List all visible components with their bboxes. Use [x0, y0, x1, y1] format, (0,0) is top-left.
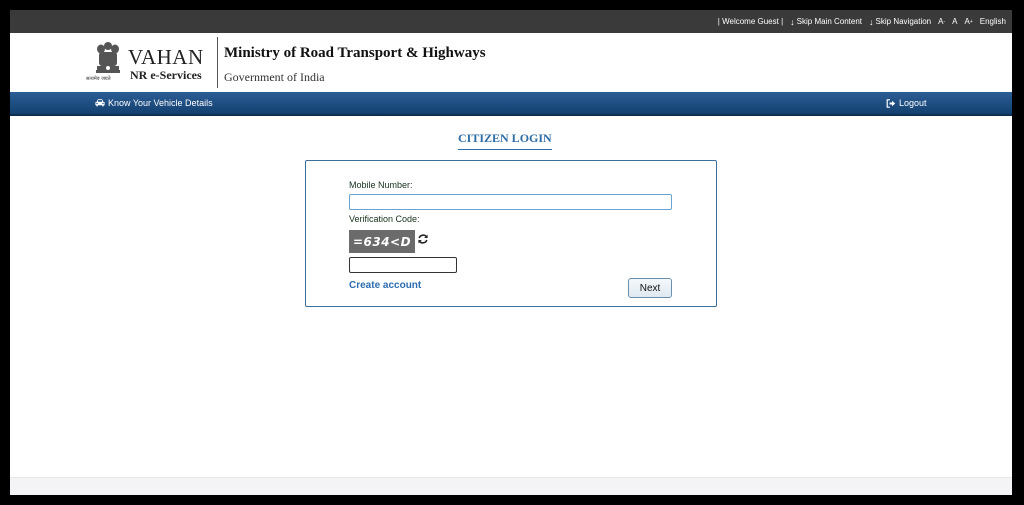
- captcha-image: =634<D: [349, 230, 415, 253]
- brand-subtitle: NR e-Services: [130, 68, 202, 82]
- font-increase-button[interactable]: A +: [964, 17, 972, 26]
- font-decrease-button[interactable]: A-: [938, 17, 945, 26]
- logout-link[interactable]: Logout: [886, 98, 927, 108]
- verification-code-input[interactable]: [349, 257, 457, 273]
- sign-out-icon: [886, 98, 896, 108]
- welcome-text: | Welcome Guest |: [717, 17, 784, 26]
- arrow-down-icon: ↓: [790, 16, 795, 27]
- next-button[interactable]: Next: [628, 278, 672, 298]
- skip-navigation-link[interactable]: ↓ Skip Navigation: [869, 17, 931, 27]
- ministry-title: Ministry of Road Transport & Highways: [224, 45, 486, 61]
- create-account-link[interactable]: Create account: [349, 280, 421, 291]
- language-selector[interactable]: English: [980, 17, 1006, 26]
- mobile-number-input[interactable]: [349, 194, 672, 210]
- verification-code-label: Verification Code:: [349, 214, 420, 224]
- citizen-login-heading: CITIZEN LOGIN: [458, 131, 552, 150]
- header-divider: [217, 37, 218, 88]
- font-normal-label: A: [952, 17, 958, 26]
- skip-navigation-label: Skip Navigation: [875, 17, 932, 26]
- site-header: सत्यमेव जयते VAHAN NR e-Services Ministr…: [10, 33, 1012, 92]
- arrow-down-icon: ↓: [869, 16, 874, 27]
- emblem-motto: सत्यमेव जयते: [86, 76, 111, 82]
- brand-title: VAHAN: [128, 45, 204, 69]
- government-subtitle: Government of India: [224, 70, 325, 84]
- top-utility-bar: | Welcome Guest | ↓ Skip Main Content ↓ …: [10, 10, 1012, 33]
- browser-viewport: | Welcome Guest | ↓ Skip Main Content ↓ …: [10, 10, 1012, 495]
- know-vehicle-details-link[interactable]: Know Your Vehicle Details: [95, 98, 213, 108]
- logout-label: Logout: [899, 98, 927, 108]
- car-icon: [95, 99, 105, 107]
- login-form: Mobile Number: Verification Code: =634<D…: [305, 160, 717, 307]
- footer-strip: [10, 477, 1012, 495]
- skip-main-content-link[interactable]: ↓ Skip Main Content: [790, 17, 862, 27]
- refresh-captcha-icon[interactable]: [417, 233, 429, 245]
- skip-main-content-label: Skip Main Content: [796, 17, 863, 26]
- mobile-number-label: Mobile Number:: [349, 180, 413, 190]
- main-navbar: Know Your Vehicle Details Logout: [10, 92, 1012, 116]
- know-vehicle-details-label: Know Your Vehicle Details: [108, 98, 213, 108]
- font-normal-button[interactable]: A: [952, 17, 957, 26]
